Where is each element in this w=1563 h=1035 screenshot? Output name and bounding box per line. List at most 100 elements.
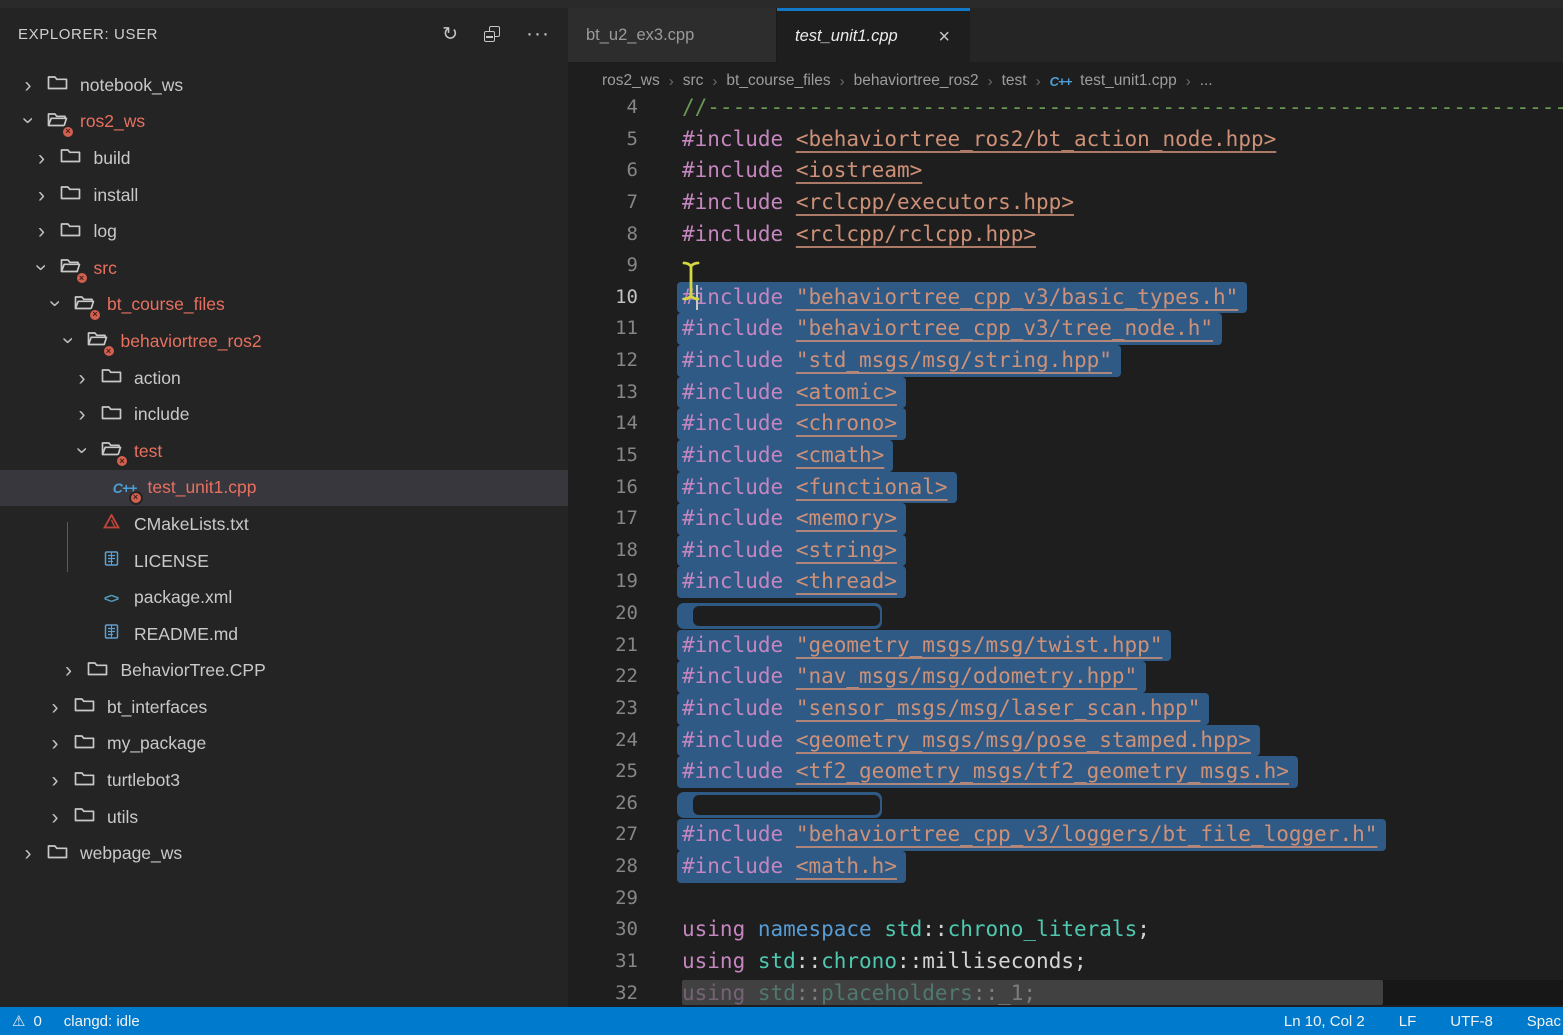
cmake-icon: [96, 512, 126, 536]
code-text: #include "std_msgs/msg/string.hpp": [682, 345, 1121, 377]
chevron-right-icon[interactable]: ›: [14, 75, 42, 96]
tree-item-build[interactable]: › build: [0, 140, 568, 177]
code-line-18[interactable]: 18#include <string>: [568, 535, 1563, 567]
code-line-6[interactable]: 6#include <iostream>: [568, 155, 1563, 187]
chevron-down-icon[interactable]: ›: [68, 441, 96, 462]
chevron-right-icon[interactable]: ›: [41, 770, 69, 791]
tree-item-log[interactable]: ›log: [0, 213, 568, 250]
code-line-5[interactable]: 5#include <behaviortree_ros2/bt_action_n…: [568, 124, 1563, 156]
code-line-30[interactable]: 30using namespace std::chrono_literals;: [568, 914, 1563, 946]
tree-item-src[interactable]: ›×src: [0, 250, 568, 287]
problems-status[interactable]: ⚠ 0: [0, 1012, 42, 1030]
breadcrumb-item-bt_course_files[interactable]: bt_course_files: [726, 72, 830, 90]
code-line-8[interactable]: 8#include <rclcpp/rclcpp.hpp>: [568, 219, 1563, 251]
chevron-right-icon[interactable]: ›: [68, 368, 96, 389]
breadcrumb-item-src[interactable]: src: [683, 72, 704, 90]
clangd-status[interactable]: clangd: idle: [64, 1013, 140, 1030]
chevron-down-icon[interactable]: ›: [55, 331, 83, 352]
code-line-11[interactable]: 11#include "behaviortree_cpp_v3/tree_nod…: [568, 313, 1563, 345]
code-line-22[interactable]: 22#include "nav_msgs/msg/odometry.hpp": [568, 661, 1563, 693]
chevron-right-icon[interactable]: ›: [55, 660, 83, 681]
code-line-7[interactable]: 7#include <rclcpp/executors.hpp>: [568, 187, 1563, 219]
refresh-explorer-icon[interactable]: ↻: [442, 23, 458, 45]
code-line-31[interactable]: 31using std::chrono::milliseconds;: [568, 946, 1563, 978]
chevron-down-icon[interactable]: ›: [41, 294, 69, 315]
code-line-20[interactable]: 20: [568, 598, 1563, 630]
more-actions-icon[interactable]: ···: [526, 23, 550, 45]
chevron-down-icon[interactable]: ›: [28, 258, 56, 279]
code-line-21[interactable]: 21#include "geometry_msgs/msg/twist.hpp": [568, 630, 1563, 662]
tree-item-README.md[interactable]: README.md: [0, 616, 568, 653]
chevron-right-icon[interactable]: ›: [28, 148, 56, 169]
chevron-right-icon[interactable]: ›: [41, 697, 69, 718]
tab-bt_u2_ex3.cpp[interactable]: bt_u2_ex3.cpp: [568, 8, 777, 62]
line-number: 4: [568, 92, 638, 124]
horizontal-scrollbar-thumb[interactable]: [682, 980, 1383, 1005]
breadcrumb-item-ros2_ws[interactable]: ros2_ws: [602, 72, 660, 90]
tree-item-CMakeLists.txt[interactable]: CMakeLists.txt: [0, 506, 568, 543]
tree-item-action[interactable]: › action: [0, 360, 568, 397]
chevron-right-icon[interactable]: ›: [41, 733, 69, 754]
tree-item-notebook_ws[interactable]: ›notebook_ws: [0, 67, 568, 104]
chevron-down-icon[interactable]: ›: [14, 111, 42, 132]
code-line-13[interactable]: 13#include <atomic>: [568, 377, 1563, 409]
code-line-25[interactable]: 25#include <tf2_geometry_msgs/tf2_geomet…: [568, 756, 1563, 788]
status-item-utf-8[interactable]: UTF-8: [1450, 1013, 1493, 1030]
tab-test_unit1.cpp[interactable]: test_unit1.cpp×: [777, 8, 970, 62]
tree-item-LICENSE[interactable]: LICENSE: [0, 543, 568, 580]
chevron-right-icon[interactable]: ›: [28, 221, 56, 242]
code-line-23[interactable]: 23#include "sensor_msgs/msg/laser_scan.h…: [568, 693, 1563, 725]
code-line-4[interactable]: 4//-------------------------------------…: [568, 92, 1563, 124]
line-number: 9: [568, 250, 638, 282]
breadcrumb-item-...[interactable]: ...: [1200, 72, 1213, 90]
tree-item-webpage_ws[interactable]: ›webpage_ws: [0, 835, 568, 872]
code-line-15[interactable]: 15#include <cmath>: [568, 440, 1563, 472]
code-line-28[interactable]: 28#include <math.h>: [568, 851, 1563, 883]
code-line-24[interactable]: 24#include <geometry_msgs/msg/pose_stamp…: [568, 725, 1563, 757]
code-line-29[interactable]: 29: [568, 883, 1563, 915]
code-line-26[interactable]: 26: [568, 788, 1563, 820]
tree-item-test_unit1.cpp[interactable]: C++×test_unit1.cpp: [0, 470, 568, 507]
chevron-right-icon[interactable]: ›: [41, 807, 69, 828]
folder-icon: [56, 183, 86, 207]
tree-item-bt_interfaces[interactable]: ›bt_interfaces: [0, 689, 568, 726]
tree-item-test[interactable]: ›×test: [0, 433, 568, 470]
code-line-17[interactable]: 17#include <memory>: [568, 503, 1563, 535]
tree-item-utils[interactable]: ›utils: [0, 799, 568, 836]
tree-item-label: action: [134, 368, 181, 389]
collapse-folders-icon[interactable]: [484, 23, 500, 45]
tree-item-bt_course_files[interactable]: ›×bt_course_files: [0, 287, 568, 324]
breadcrumb-item-test[interactable]: test: [1002, 72, 1027, 90]
tree-item-BehaviorTree.CPP[interactable]: ›BehaviorTree.CPP: [0, 653, 568, 690]
code-line-10[interactable]: 10#include "behaviortree_cpp_v3/basic_ty…: [568, 282, 1563, 314]
code-line-12[interactable]: 12#include "std_msgs/msg/string.hpp": [568, 345, 1563, 377]
code-line-14[interactable]: 14#include <chrono>: [568, 408, 1563, 440]
tree-item-behaviortree_ros2[interactable]: ›×behaviortree_ros2: [0, 323, 568, 360]
status-item-ln-10-col-2[interactable]: Ln 10, Col 2: [1284, 1013, 1365, 1030]
chevron-right-icon[interactable]: ›: [14, 843, 42, 864]
tree-item-label: package.xml: [134, 587, 232, 608]
explorer-actions: ↻ ···: [442, 23, 550, 45]
chevron-right-icon[interactable]: ›: [28, 185, 56, 206]
code-line-9[interactable]: 9: [568, 250, 1563, 282]
code-editor[interactable]: 4//-------------------------------------…: [568, 92, 1563, 1007]
code-line-19[interactable]: 19#include <thread>: [568, 566, 1563, 598]
error-badge: ×: [115, 454, 129, 468]
tree-item-include[interactable]: ›include: [0, 396, 568, 433]
tree-item-turtlebot3[interactable]: ›turtlebot3: [0, 762, 568, 799]
tree-item-ros2_ws[interactable]: ›×ros2_ws: [0, 104, 568, 141]
folder-open-icon: ×: [83, 329, 113, 353]
close-icon[interactable]: ×: [936, 27, 952, 47]
code-line-16[interactable]: 16#include <functional>: [568, 472, 1563, 504]
chevron-right-icon[interactable]: ›: [68, 404, 96, 425]
tree-item-label: build: [94, 148, 131, 169]
status-item-spac[interactable]: Spac: [1527, 1013, 1561, 1030]
selected-text: #include "behaviortree_cpp_v3/loggers/bt…: [677, 819, 1386, 851]
code-line-27[interactable]: 27#include "behaviortree_cpp_v3/loggers/…: [568, 819, 1563, 851]
tree-item-install[interactable]: ›install: [0, 177, 568, 214]
tree-item-package.xml[interactable]: <>package.xml: [0, 579, 568, 616]
tree-item-my_package[interactable]: ›my_package: [0, 726, 568, 763]
breadcrumb-item-test_unit1.cpp[interactable]: test_unit1.cpp: [1080, 72, 1177, 90]
status-item-lf[interactable]: LF: [1399, 1013, 1417, 1030]
breadcrumb-item-behaviortree_ros2[interactable]: behaviortree_ros2: [854, 72, 979, 90]
